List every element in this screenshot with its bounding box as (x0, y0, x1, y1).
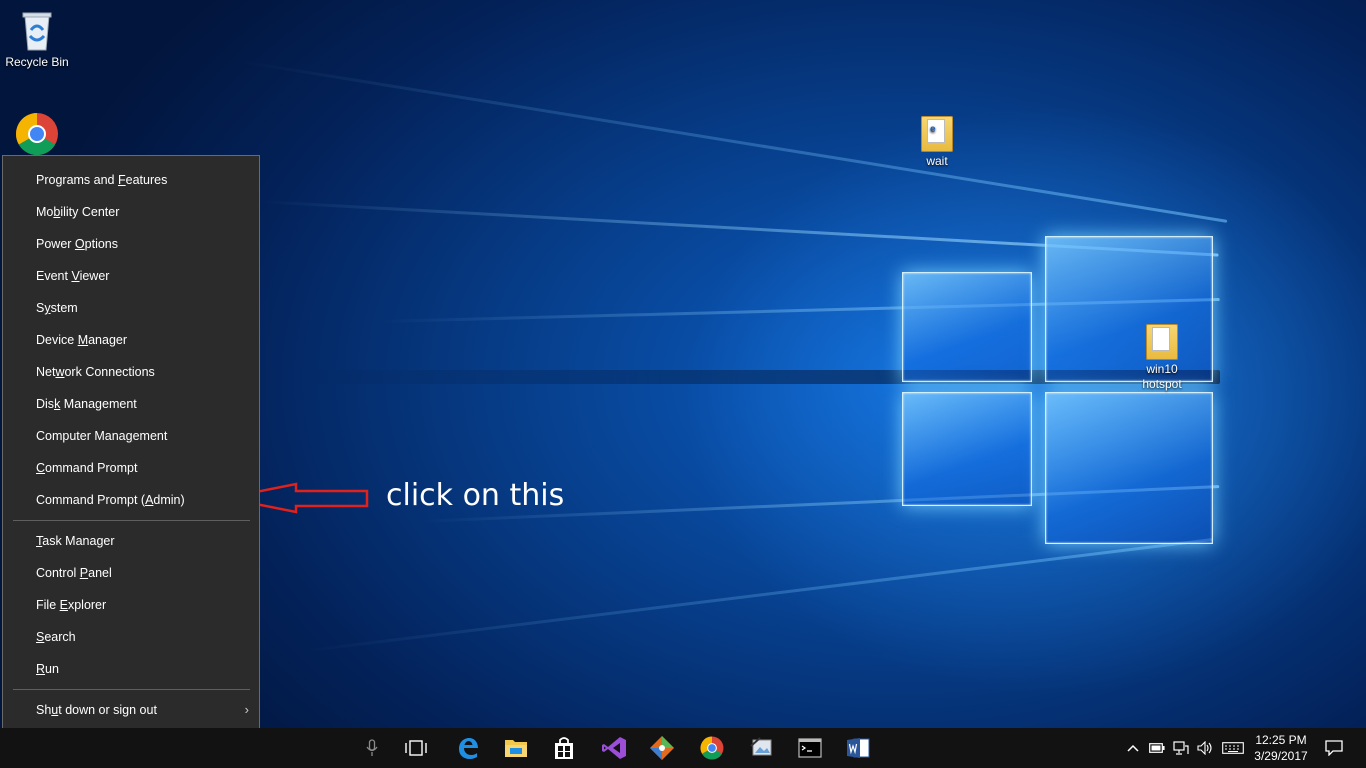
menu-separator (13, 689, 250, 690)
menu-item-command-prompt[interactable]: Command Prompt (3, 452, 259, 484)
menu-item-shut-down-or-sign-out[interactable]: Shut down or sign out › (3, 694, 259, 726)
word-icon (847, 738, 870, 758)
volume-icon (1197, 741, 1212, 755)
menu-item-file-explorer[interactable]: File Explorer (3, 589, 259, 621)
menu-item-network-connections[interactable]: Network Connections (3, 356, 259, 388)
chrome-shortcut-icon (15, 113, 58, 156)
command-prompt-icon (798, 738, 822, 758)
word-button[interactable] (834, 728, 882, 768)
store-icon (555, 737, 573, 759)
menu-item-run[interactable]: Run (3, 653, 259, 685)
menu-item-power-options[interactable]: Power Options (3, 228, 259, 260)
screenshot-app-icon (750, 737, 772, 756)
menu-item-task-manager[interactable]: Task Manager (3, 525, 259, 557)
edge-icon (459, 738, 478, 759)
clock-date: 3/29/2017 (1254, 749, 1308, 763)
desktop-icon-win10-hotspot[interactable]: win10 hotspot (1122, 324, 1202, 392)
git-button[interactable] (638, 728, 686, 768)
folder-icon: e (921, 116, 953, 152)
menu-item-event-viewer[interactable]: Event Viewer (3, 260, 259, 292)
desktop-icon-label: wait (926, 154, 948, 168)
cortana-microphone-button[interactable] (348, 728, 396, 768)
git-icon (650, 736, 674, 760)
desktop-icon-chrome[interactable] (0, 112, 77, 156)
keyboard-icon (1222, 742, 1244, 754)
microphone-icon (366, 739, 378, 756)
chrome-button[interactable] (688, 728, 736, 768)
clock-time: 12:25 PM (1255, 733, 1307, 747)
desktop-icon-label: Recycle Bin (5, 55, 69, 69)
edge-button[interactable] (444, 728, 492, 768)
action-center-button[interactable] (1318, 728, 1350, 768)
task-view-icon (405, 740, 427, 756)
task-view-button[interactable] (392, 728, 440, 768)
folder-icon (1146, 324, 1178, 360)
menu-item-system[interactable]: System (3, 292, 259, 324)
battery-icon (1149, 743, 1165, 753)
menu-item-computer-management[interactable]: Computer Management (3, 420, 259, 452)
taskbar: 12:25 PM 3/29/2017 (0, 728, 1366, 768)
desktop-icon-label: win10 hotspot (1142, 362, 1182, 391)
windows-logo-pane (902, 392, 1032, 506)
recycle-bin-icon (22, 12, 52, 51)
visual-studio-button[interactable] (590, 728, 638, 768)
battery-button[interactable] (1146, 728, 1168, 768)
menu-item-device-manager[interactable]: Device Manager (3, 324, 259, 356)
menu-item-search[interactable]: Search (3, 621, 259, 653)
visual-studio-icon (602, 737, 626, 759)
chrome-icon (700, 736, 724, 760)
power-user-menu: Programs and Features Mobility Center Po… (2, 155, 260, 768)
menu-item-control-panel[interactable]: Control Panel (3, 557, 259, 589)
screenshot-app-button[interactable] (738, 728, 786, 768)
menu-item-disk-management[interactable]: Disk Management (3, 388, 259, 420)
desktop-icon-wait[interactable]: e wait (897, 116, 977, 169)
notification-icon (1325, 740, 1343, 756)
annotation-text: click on this (386, 478, 565, 513)
command-prompt-taskbar-button[interactable] (786, 728, 834, 768)
volume-button[interactable] (1194, 728, 1216, 768)
file-explorer-button[interactable] (492, 728, 540, 768)
touch-keyboard-button[interactable] (1220, 728, 1246, 768)
network-icon (1173, 741, 1189, 755)
windows-logo-pane (1045, 392, 1213, 544)
light-beam (239, 60, 1228, 223)
network-button[interactable] (1170, 728, 1192, 768)
menu-item-mobility-center[interactable]: Mobility Center (3, 196, 259, 228)
clock[interactable]: 12:25 PM 3/29/2017 (1250, 732, 1312, 764)
menu-item-command-prompt-admin[interactable]: Command Prompt (Admin) (3, 484, 259, 516)
store-button[interactable] (540, 728, 588, 768)
file-explorer-icon (505, 740, 527, 757)
show-hidden-icons-button[interactable] (1122, 728, 1144, 768)
menu-item-programs-and-features[interactable]: Programs and Features (3, 164, 259, 196)
light-beam (299, 537, 1214, 653)
chevron-up-icon (1127, 744, 1139, 752)
menu-separator (13, 520, 250, 521)
chevron-right-icon: › (244, 702, 249, 717)
desktop-icon-recycle-bin[interactable]: Recycle Bin (0, 8, 77, 70)
windows-logo-pane (902, 272, 1032, 382)
